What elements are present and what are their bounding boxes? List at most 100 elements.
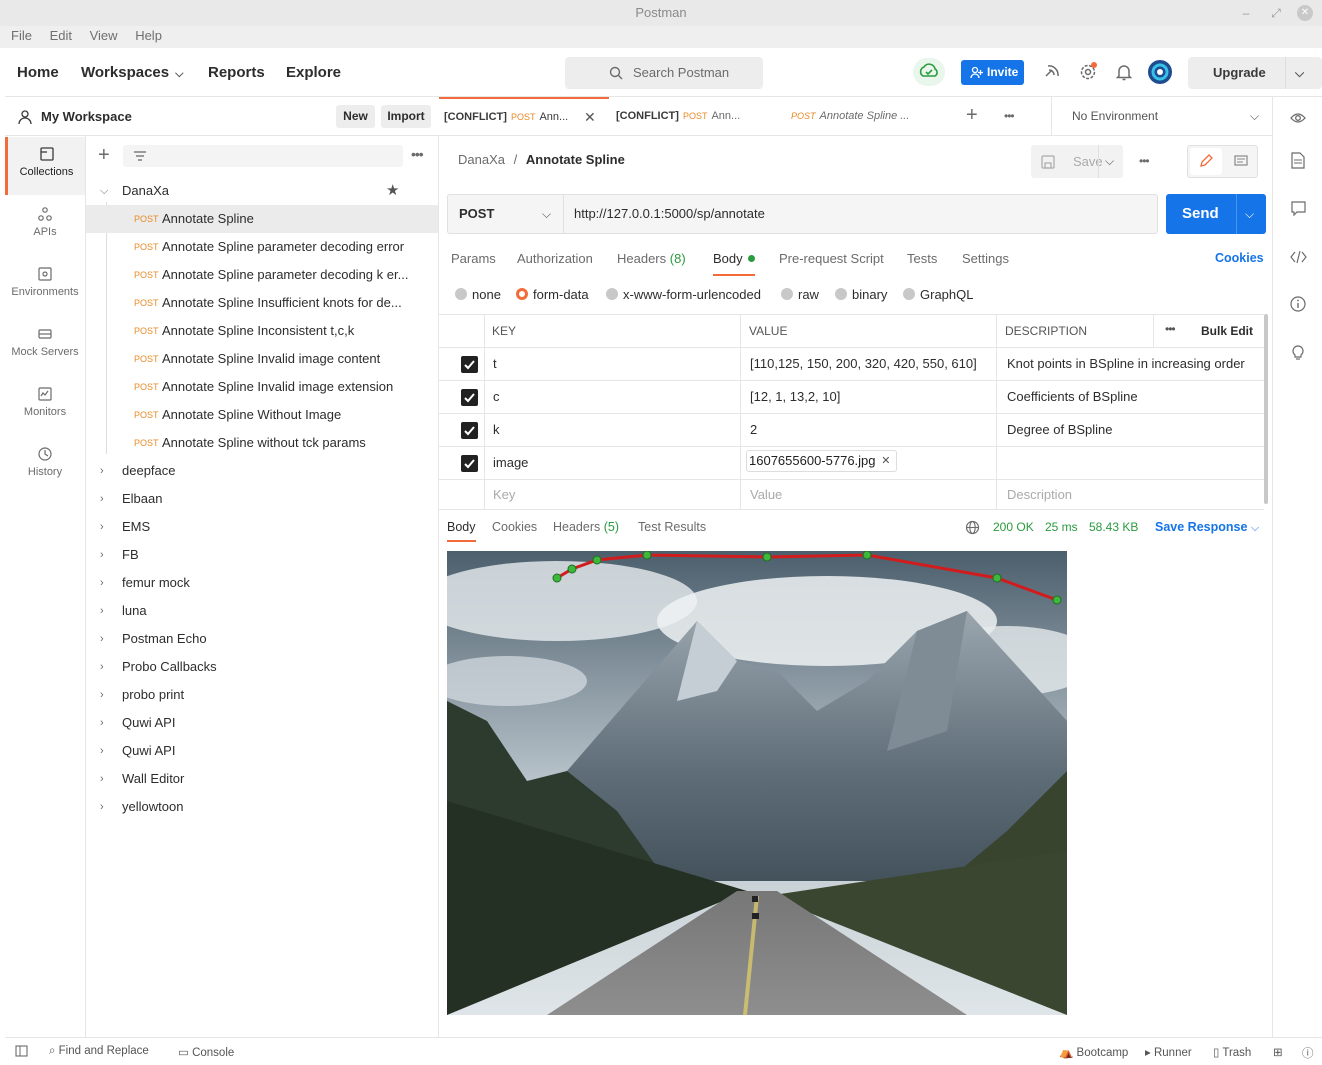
method-select[interactable]: POST ⌵ [448,195,564,233]
star-icon[interactable]: ★ [386,177,399,205]
cookies-link[interactable]: Cookies [1215,251,1264,265]
environment-select[interactable]: No Environment ⌵ [1051,97,1272,136]
tab-body[interactable]: Body [713,251,755,276]
tab-pre-request-script[interactable]: Pre-request Script [779,251,884,266]
workspace-title[interactable]: My Workspace [41,109,132,124]
file-chip[interactable]: 1607655600-5776.jpg ✕ [746,450,897,472]
tab-settings[interactable]: Settings [962,251,1009,266]
upgrade-button[interactable]: Upgrade ⌵ [1188,57,1322,89]
help-icon[interactable]: ⓘ [1302,1045,1314,1061]
tab-authorization[interactable]: Authorization [517,251,593,266]
breadcrumb-parent[interactable]: DanaXa [458,152,505,167]
runner-button[interactable]: ▸ Runner [1145,1045,1192,1059]
bulk-edit-link[interactable]: Bulk Edit [1201,324,1253,338]
find-replace-button[interactable]: ⌕ Find and Replace [49,1045,149,1058]
more-tabs-icon[interactable]: ••• [1004,109,1015,123]
tab-request-3[interactable]: POST Annotate Spline ... [783,97,953,136]
request-item[interactable]: POST Annotate Spline parameter decoding k… [86,261,438,289]
trash-button[interactable]: ▯ Trash [1213,1045,1251,1059]
menu-view[interactable]: View [90,26,118,46]
more-actions-icon[interactable]: ••• [1139,154,1150,168]
lightbulb-icon[interactable] [1290,343,1306,361]
collection-item[interactable]: › luna [86,597,438,625]
scrollbar[interactable] [1264,314,1268,504]
collection-item[interactable]: › Quwi API [86,737,438,765]
code-icon[interactable] [1290,250,1307,264]
nav-explore[interactable]: Explore [286,64,341,81]
body-type-urlencoded[interactable]: x-www-form-urlencoded [606,287,761,302]
new-key-input[interactable]: Key [493,487,515,502]
tab-request-1[interactable]: [CONFLICT] POST Ann... ✕ [439,97,609,136]
maximize-icon[interactable]: ⤢ [1268,5,1284,21]
new-button[interactable]: New [336,105,375,128]
request-item[interactable]: POST Annotate Spline Inconsistent t,c,k [86,317,438,345]
param-value[interactable]: [12, 1, 13,2, 10] [750,389,840,404]
param-key[interactable]: image [493,455,528,470]
documentation-icon[interactable] [1291,152,1305,169]
menu-edit[interactable]: Edit [50,26,72,46]
info-icon[interactable] [1290,296,1306,312]
collection-item[interactable]: › probo print [86,681,438,709]
collection-item[interactable]: › EMS [86,513,438,541]
row-checkbox[interactable] [461,455,478,472]
response-time[interactable]: 25 ms [1045,520,1078,534]
close-window-icon[interactable]: ✕ [1297,5,1313,21]
close-icon[interactable]: ✕ [584,99,596,136]
sync-status-icon[interactable] [913,58,945,86]
tab-tests[interactable]: Tests [907,251,937,266]
add-collection-icon[interactable]: + [98,144,110,167]
param-description[interactable]: Coefficients of BSpline [1007,389,1138,404]
response-tab-test-results[interactable]: Test Results [638,520,706,534]
body-type-graphql[interactable]: GraphQL [903,287,973,302]
request-item[interactable]: POST Annotate Spline [86,205,438,233]
row-checkbox[interactable] [461,389,478,406]
add-tab-icon[interactable]: + [966,104,978,127]
chevron-down-icon[interactable]: ⌵ [1295,57,1304,89]
collection-item[interactable]: › Probo Callbacks [86,653,438,681]
request-item[interactable]: POST Annotate Spline Without Image [86,401,438,429]
new-value-input[interactable]: Value [750,487,782,502]
invite-button[interactable]: Invite [961,60,1024,85]
new-description-input[interactable]: Description [1007,487,1072,502]
edit-mode-icon[interactable] [1190,148,1222,175]
param-key[interactable]: c [493,389,500,404]
param-description[interactable]: Knot points in BSpline in increasing ord… [1007,356,1245,371]
url-input[interactable]: http://127.0.0.1:5000/sp/annotate [574,195,765,233]
param-value[interactable]: 2 [750,422,757,437]
notification-bell-icon[interactable] [1112,60,1136,84]
menu-help[interactable]: Help [135,26,162,46]
chevron-down-icon[interactable]: ⌵ [1105,145,1114,178]
close-icon[interactable]: ✕ [881,451,890,471]
search-input[interactable]: Search Postman [565,57,763,89]
rail-environments[interactable]: Environments [5,257,85,315]
rail-collections[interactable]: Collections [5,137,85,195]
response-tab-cookies[interactable]: Cookies [492,520,537,534]
collection-item[interactable]: › Quwi API [86,709,438,737]
body-type-none[interactable]: none [455,287,501,302]
collection-item[interactable]: › deepface [86,457,438,485]
user-avatar[interactable] [1147,59,1173,85]
body-type-form-data[interactable]: form-data [516,287,589,302]
collection-item[interactable]: › Wall Editor [86,765,438,793]
comments-icon[interactable] [1291,201,1306,216]
param-description[interactable]: Degree of BSpline [1007,422,1113,437]
collection-item[interactable]: › femur mock [86,569,438,597]
satellite-icon[interactable] [1040,60,1064,84]
rail-apis[interactable]: APIs [5,197,85,255]
chevron-down-icon[interactable]: ⌵ [1245,194,1254,234]
comment-icon[interactable] [1225,148,1257,175]
param-value[interactable]: [110,125, 150, 200, 320, 420, 550, 610] [750,356,977,371]
body-type-binary[interactable]: binary [835,287,887,302]
response-size[interactable]: 58.43 KB [1089,520,1138,534]
rail-history[interactable]: History [5,437,85,495]
request-item[interactable]: POST Annotate Spline without tck params [86,429,438,457]
save-response-button[interactable]: Save Response ⌵ [1155,520,1259,535]
settings-gear-icon[interactable] [1076,60,1100,84]
nav-home[interactable]: Home [17,64,59,81]
collection-item[interactable]: › Postman Echo [86,625,438,653]
collection-danaxa[interactable]: ⌵ DanaXa ★ [86,177,438,205]
save-button[interactable]: Save ⌵ [1031,145,1123,178]
console-button[interactable]: ▭ Console [178,1045,234,1059]
layout-icon[interactable]: ⊞ [1273,1045,1283,1059]
response-status[interactable]: 200 OK [993,520,1034,534]
